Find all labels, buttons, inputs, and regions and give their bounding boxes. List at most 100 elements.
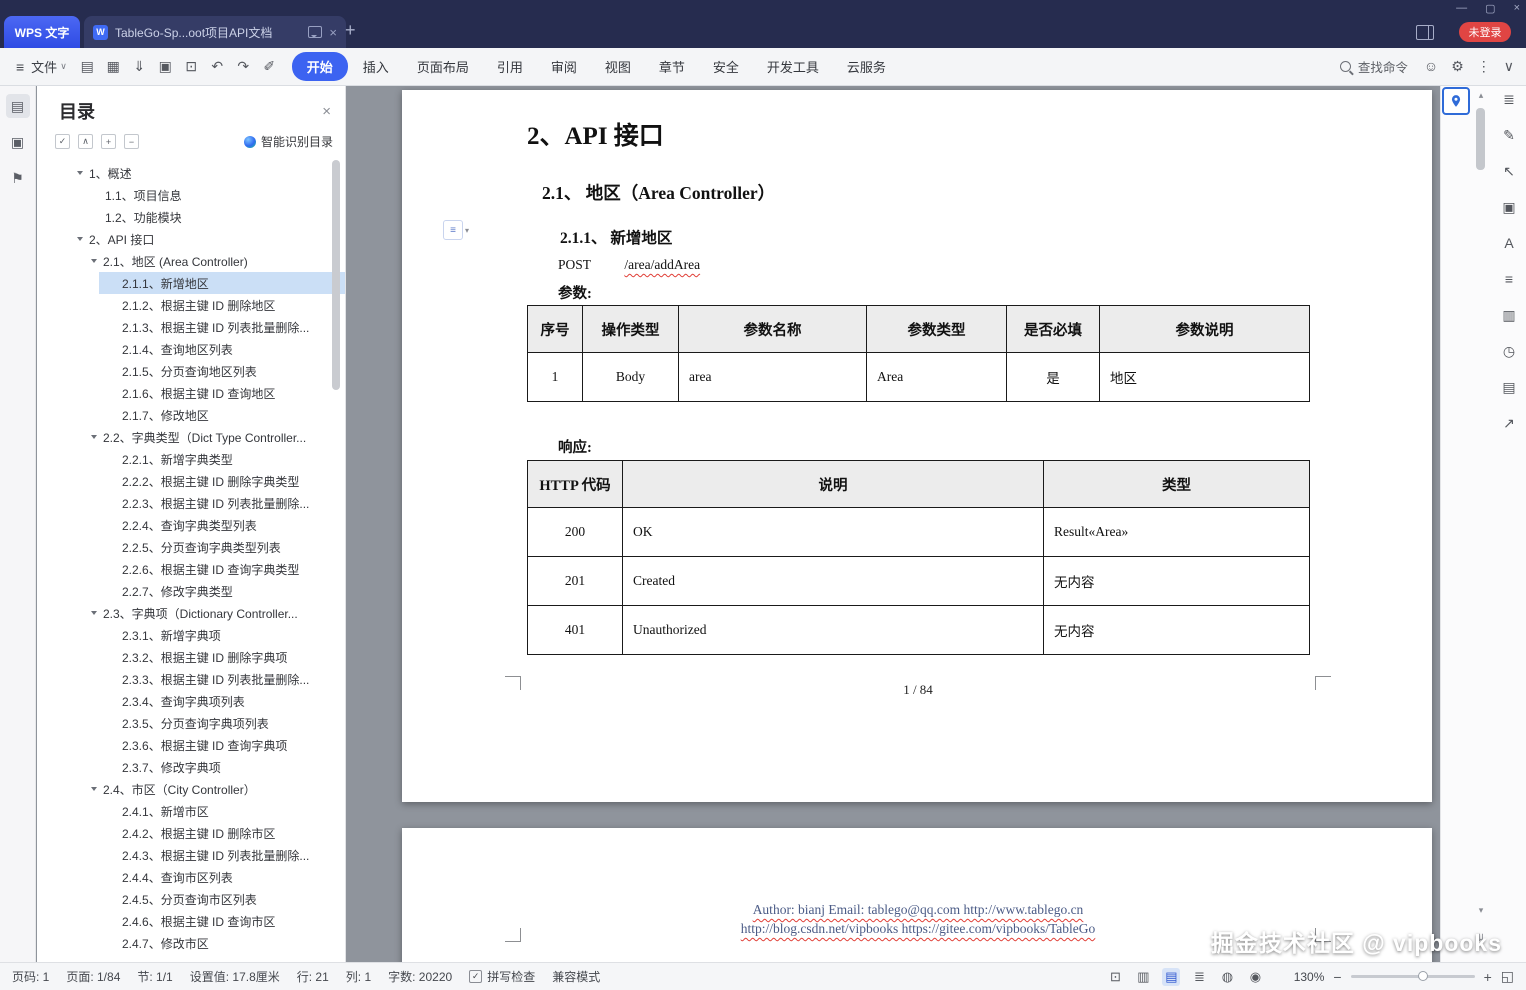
close-button[interactable]: × — [1514, 2, 1520, 15]
tab-section[interactable]: 章节 — [646, 53, 698, 80]
tab-view[interactable]: 视图 — [592, 53, 644, 80]
two-page-view-icon[interactable]: ▥ — [1134, 968, 1152, 986]
menu-hamburger-icon[interactable]: ≡ — [16, 59, 24, 75]
document-scrollbar[interactable]: ▴ ▾ ⇊ — [1474, 86, 1488, 962]
toc-item[interactable]: 2.1、地区 (Area Controller) — [37, 250, 345, 272]
eye-protection-icon[interactable]: ◉ — [1246, 968, 1264, 986]
expand-level-icon[interactable]: + — [101, 134, 116, 149]
share-icon[interactable]: ↗ — [1500, 414, 1518, 432]
tab-references[interactable]: 引用 — [484, 53, 536, 80]
align-format-icon[interactable]: ≡ — [1500, 270, 1518, 288]
export-pdf-icon[interactable]: ⇓ — [129, 58, 150, 75]
collapse-caret-icon[interactable] — [91, 259, 97, 263]
page-columns-icon[interactable]: ▥ — [1500, 306, 1518, 324]
toc-item[interactable]: 2.3、字典项（Dictionary Controller... — [37, 602, 345, 624]
tab-close-icon[interactable]: × — [329, 25, 337, 40]
toc-item[interactable]: 2.4.5、分页查询市区列表 — [99, 888, 345, 910]
read-layout-icon[interactable]: ▤ — [1500, 378, 1518, 396]
undo-icon[interactable]: ↶ — [207, 58, 228, 75]
toc-item[interactable]: 2.2.1、新增字典类型 — [99, 448, 345, 470]
margin-quick-tool[interactable]: ≡ ▾ — [443, 220, 469, 240]
collapse-ribbon-icon[interactable]: ∨ — [1504, 58, 1514, 75]
ai-assistant-icon[interactable]: ☺ — [1424, 58, 1438, 75]
toc-item[interactable]: 1、概述 — [37, 162, 345, 184]
bookmark-panel-icon[interactable]: ⚑ — [6, 166, 30, 190]
tab-dev-tools[interactable]: 开发工具 — [754, 53, 832, 80]
seal-lock-icon[interactable]: ▣ — [1500, 198, 1518, 216]
toc-item[interactable]: 2.1.5、分页查询地区列表 — [99, 360, 345, 382]
collapse-level-icon[interactable]: − — [124, 134, 139, 149]
toc-item[interactable]: 1.1、项目信息 — [37, 184, 345, 206]
tab-home[interactable]: 开始 — [291, 52, 348, 81]
tab-cloud[interactable]: 云服务 — [834, 53, 899, 80]
scroll-down-icon[interactable]: ▾ — [1474, 905, 1488, 916]
tab-insert[interactable]: 插入 — [350, 53, 402, 80]
margin-doc-icon[interactable]: ≡ — [443, 220, 463, 240]
new-tab-button[interactable]: + — [345, 21, 356, 39]
spellcheck-toggle[interactable]: ✓ 拼写检查 — [469, 968, 535, 985]
zoom-slider[interactable] — [1350, 971, 1475, 981]
toc-item[interactable]: 2.4.6、根据主键 ID 查询市区 — [99, 910, 345, 932]
select-cursor-icon[interactable]: ↖ — [1500, 162, 1518, 180]
maximize-button[interactable]: ▢ — [1485, 2, 1495, 15]
toc-item[interactable]: 2.4.2、根据主键 ID 删除市区 — [99, 822, 345, 844]
fullscreen-icon[interactable]: ⊡ — [1106, 968, 1124, 986]
file-menu-caret-icon[interactable]: ∨ — [60, 61, 67, 72]
tab-security[interactable]: 安全 — [700, 53, 752, 80]
toc-item[interactable]: 2、API 接口 — [37, 228, 345, 250]
toc-item[interactable]: 2.3.6、根据主键 ID 查询字典项 — [99, 734, 345, 756]
check-all-icon[interactable]: ✓ — [55, 134, 70, 149]
collapse-all-icon[interactable]: ∧ — [78, 134, 93, 149]
toc-item[interactable]: 2.4.4、查询市区列表 — [99, 866, 345, 888]
toc-item[interactable]: 2.2.6、根据主键 ID 查询字典类型 — [99, 558, 345, 580]
collapse-caret-icon[interactable] — [77, 171, 83, 175]
web-layout-icon[interactable]: ◍ — [1218, 968, 1236, 986]
collapse-caret-icon[interactable] — [91, 435, 97, 439]
toc-item[interactable]: 2.1.4、查询地区列表 — [99, 338, 345, 360]
locate-pin-button[interactable] — [1442, 87, 1470, 115]
page-1[interactable]: ≡ ▾ 2、API 接口 2.1、 地区（Area Controller） 2.… — [402, 90, 1432, 802]
toc-item[interactable]: 2.2.7、修改字典类型 — [99, 580, 345, 602]
toc-item[interactable]: 2.2.2、根据主键 ID 删除字典类型 — [99, 470, 345, 492]
toc-item[interactable]: 2.1.6、根据主键 ID 查询地区 — [99, 382, 345, 404]
toc-item[interactable]: 2.1.3、根据主键 ID 列表批量删除... — [99, 316, 345, 338]
login-badge[interactable]: 未登录 — [1459, 22, 1511, 42]
collapse-caret-icon[interactable] — [91, 611, 97, 615]
toc-item[interactable]: 2.2.5、分页查询字典类型列表 — [99, 536, 345, 558]
toc-item[interactable]: 2.3.1、新增字典项 — [99, 624, 345, 646]
toc-item[interactable]: 2.2.4、查询字典类型列表 — [99, 514, 345, 536]
margin-tool-caret-icon[interactable]: ▾ — [465, 226, 469, 235]
redo-icon[interactable]: ↷ — [233, 58, 254, 75]
collapse-caret-icon[interactable] — [77, 237, 83, 241]
document-canvas[interactable]: ≡ ▾ 2、API 接口 2.1、 地区（Area Controller） 2.… — [347, 86, 1440, 962]
smart-recognize-toc-button[interactable]: 智能识别目录 — [243, 133, 333, 150]
tab-page-layout[interactable]: 页面布局 — [404, 53, 482, 80]
split-view-icon[interactable] — [1416, 25, 1434, 40]
format-painter-icon[interactable]: ✐ — [259, 58, 280, 75]
scroll-up-icon[interactable]: ▴ — [1474, 90, 1488, 101]
zoom-slider-handle[interactable] — [1417, 971, 1428, 981]
clipboard-panel-icon[interactable]: ▣ — [6, 130, 30, 154]
toc-item[interactable]: 2.1.7、修改地区 — [99, 404, 345, 426]
edit-pen-icon[interactable]: ✎ — [1500, 126, 1518, 144]
toc-item[interactable]: 2.3.3、根据主键 ID 列表批量删除... — [99, 668, 345, 690]
nav-list-icon[interactable]: ≣ — [1500, 90, 1518, 108]
toc-item[interactable]: 2.4.7、修改市区 — [99, 932, 345, 954]
toc-item[interactable]: 2.3.4、查询字典项列表 — [99, 690, 345, 712]
print-icon[interactable]: ▣ — [155, 58, 176, 75]
toc-item[interactable]: 2.4、市区（City Controller） — [37, 778, 345, 800]
more-options-icon[interactable]: ⋮ — [1477, 58, 1491, 75]
toc-panel-icon[interactable]: ▤ — [5, 94, 30, 118]
zoom-value[interactable]: 130% — [1290, 970, 1325, 984]
command-search[interactable]: 查找命令 — [1339, 57, 1408, 76]
toc-item[interactable]: 1.2、功能模块 — [37, 206, 345, 228]
translate-icon[interactable]: A — [1500, 234, 1518, 252]
zoom-in-button[interactable]: + — [1484, 969, 1492, 985]
file-menu[interactable]: 文件 — [31, 57, 57, 76]
toc-item[interactable]: 2.2、字典类型（Dict Type Controller... — [37, 426, 345, 448]
toc-item[interactable]: 2.3.5、分页查询字典项列表 — [99, 712, 345, 734]
save-icon[interactable]: ▦ — [103, 58, 124, 75]
toc-item[interactable]: 2.1.2、根据主键 ID 删除地区 — [99, 294, 345, 316]
compat-mode-badge[interactable]: 兼容模式 — [552, 968, 600, 985]
settings-gear-icon[interactable]: ⚙ — [1451, 58, 1464, 75]
